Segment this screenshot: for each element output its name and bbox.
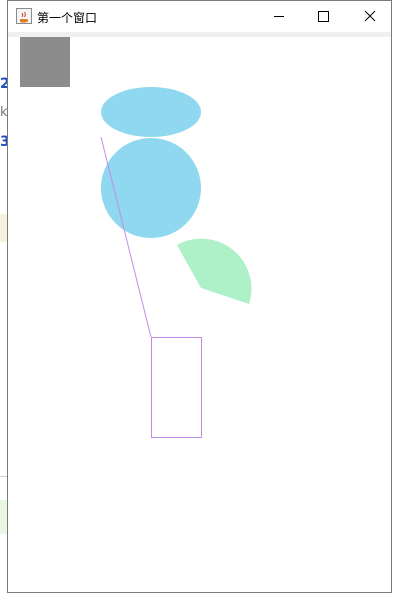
cyan-ellipse <box>101 87 201 137</box>
drawing-surface <box>20 37 252 438</box>
maximize-icon <box>318 11 329 22</box>
drawing-canvas <box>8 37 391 593</box>
close-button[interactable] <box>347 1 391 32</box>
cyan-circle <box>101 138 201 238</box>
java-coffee-icon[interactable] <box>16 8 32 24</box>
minimize-icon <box>274 16 284 17</box>
purple-outline-rectangle <box>151 337 202 438</box>
app-window: 第一个窗口 <box>7 0 392 593</box>
green-arc-sector <box>177 238 252 304</box>
title-bar[interactable]: 第一个窗口 <box>8 1 391 32</box>
minimize-button[interactable] <box>257 1 301 32</box>
maximize-button[interactable] <box>301 1 345 32</box>
window-title: 第一个窗口 <box>37 11 98 25</box>
gray-square <box>20 37 70 87</box>
close-icon <box>364 10 376 22</box>
